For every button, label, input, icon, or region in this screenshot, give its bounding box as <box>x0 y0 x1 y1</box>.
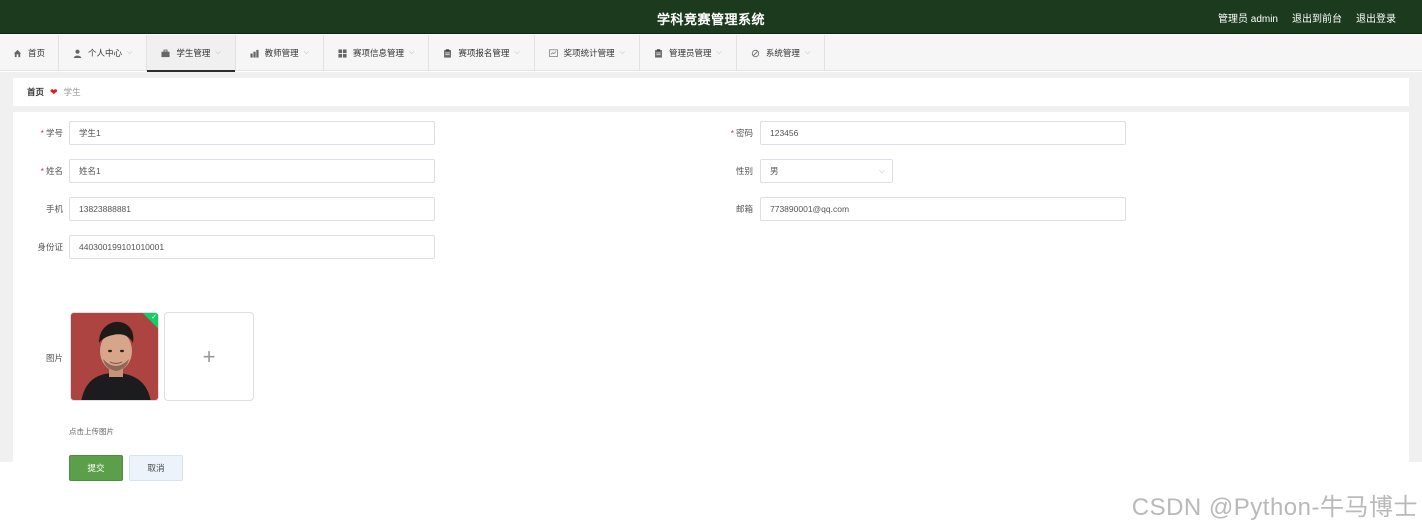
student-id-label: * 学号 <box>40 128 63 138</box>
nav-item-label: 首页 <box>28 48 46 58</box>
nav-item-label: 教师管理 <box>264 48 299 58</box>
breadcrumb-current: 学生 <box>63 87 81 97</box>
email-field[interactable]: 773890001@qq.com <box>760 197 1126 221</box>
nav-item-competition-registration[interactable]: 赛项报名管理 ⌵ <box>429 35 535 71</box>
header-user-area: 管理员 admin 退出到前台 退出登录 <box>1218 10 1396 25</box>
name-label: * 姓名 <box>40 166 63 176</box>
watermark-text: CSDN @Python-牛马博士 <box>1131 494 1418 521</box>
grid-icon <box>338 48 347 58</box>
top-header: 学科竞赛管理系统 管理员 admin 退出到前台 退出登录 <box>0 0 1422 34</box>
statistics-icon <box>548 48 558 58</box>
clipboard-icon <box>443 48 452 58</box>
nav-item-label: 管理员管理 <box>668 48 712 58</box>
name-field[interactable]: 姓名1 <box>69 159 435 183</box>
chevron-down-icon: ⌵ <box>619 49 625 56</box>
content-area: 首页 ❤ 学生 * 学号 学生1 * 密码 123456 * 姓名 姓名1 性别 男 … <box>0 72 1422 481</box>
id-card-field[interactable]: 440300199101010001 <box>69 235 435 259</box>
chevron-down-icon: ⌵ <box>878 166 885 175</box>
required-mark: * <box>40 166 44 176</box>
gender-selected-value: 男 <box>770 166 779 176</box>
portrait-image <box>71 313 158 400</box>
required-mark: * <box>40 128 44 138</box>
password-label: * 密码 <box>730 128 753 138</box>
clipboard-icon <box>654 48 663 58</box>
settings-icon <box>751 49 760 58</box>
nav-item-home[interactable]: 首页 <box>0 35 60 71</box>
nav-item-label: 系统管理 <box>765 48 800 58</box>
chevron-down-icon: ⌵ <box>215 49 221 56</box>
user-icon <box>73 49 82 58</box>
email-label: 邮箱 <box>735 204 753 214</box>
nav-item-competition-info[interactable]: 赛项信息管理 ⌵ <box>324 35 430 71</box>
nav-item-admin-management[interactable]: 管理员管理 ⌵ <box>640 35 737 71</box>
gender-select[interactable]: 男 ⌵ <box>760 159 893 183</box>
breadcrumb-home[interactable]: 首页 <box>27 86 44 98</box>
logout-link[interactable]: 退出登录 <box>1356 10 1396 25</box>
nav-item-label: 赛项信息管理 <box>353 48 405 58</box>
nav-item-label: 奖项统计管理 <box>563 48 615 58</box>
admin-user-label: 管理员 admin <box>1217 14 1278 25</box>
chevron-down-icon: ⌵ <box>127 49 133 56</box>
phone-field[interactable]: 13823888881 <box>69 197 435 221</box>
upload-tip: 点击上传图片 <box>69 427 114 436</box>
nav-item-award-statistics[interactable]: 奖项统计管理 ⌵ <box>535 35 640 71</box>
chart-icon <box>250 49 259 58</box>
uploaded-image-thumbnail[interactable]: ✓ <box>70 312 159 401</box>
check-icon: ✓ <box>151 314 157 321</box>
student-form: * 学号 学生1 * 密码 123456 * 姓名 姓名1 性别 男 ⌵ 手机 138… <box>13 112 1409 481</box>
chevron-down-icon: ⌵ <box>409 49 415 56</box>
phone-label: 手机 <box>45 204 63 214</box>
nav-item-label: 学生管理 <box>176 48 211 58</box>
nav-item-teacher-management[interactable]: 教师管理 ⌵ <box>236 35 324 71</box>
submit-button[interactable]: 提交 <box>69 455 123 481</box>
heart-icon: ❤ <box>50 86 58 97</box>
briefcase-icon <box>161 49 170 58</box>
cancel-button[interactable]: 取消 <box>129 455 183 481</box>
required-mark: * <box>730 128 734 138</box>
chevron-down-icon: ⌵ <box>804 49 811 56</box>
nav-item-label: 赛项报名管理 <box>458 48 510 58</box>
password-field[interactable]: 123456 <box>760 121 1126 145</box>
nav-item-system-management[interactable]: 系统管理 ⌵ <box>737 35 826 71</box>
home-icon <box>13 49 22 58</box>
nav-item-profile[interactable]: 个人中心 ⌵ <box>59 35 148 71</box>
plus-icon: + <box>202 343 216 369</box>
image-label: 图片 <box>45 353 63 363</box>
chevron-down-icon: ⌵ <box>716 49 722 56</box>
gender-label: 性别 <box>735 166 753 176</box>
nav-item-student-management[interactable]: 学生管理 ⌵ <box>147 35 236 72</box>
chevron-down-icon: ⌵ <box>303 49 309 56</box>
app-title: 学科竞赛管理系统 <box>656 12 765 27</box>
nav-item-label: 个人中心 <box>88 48 123 58</box>
student-id-field[interactable]: 学生1 <box>69 121 435 145</box>
main-nav: 首页 个人中心 ⌵ 学生管理 ⌵ 教师管理 ⌵ 赛项信息管理 ⌵ 赛项报名管理 … <box>0 35 1422 72</box>
id-card-label: 身份证 <box>37 242 63 252</box>
upload-add-button[interactable]: + <box>164 312 254 401</box>
breadcrumb: 首页 ❤ 学生 <box>13 78 1409 106</box>
back-to-frontend-link[interactable]: 退出到前台 <box>1292 10 1342 25</box>
chevron-down-icon: ⌵ <box>514 49 520 56</box>
